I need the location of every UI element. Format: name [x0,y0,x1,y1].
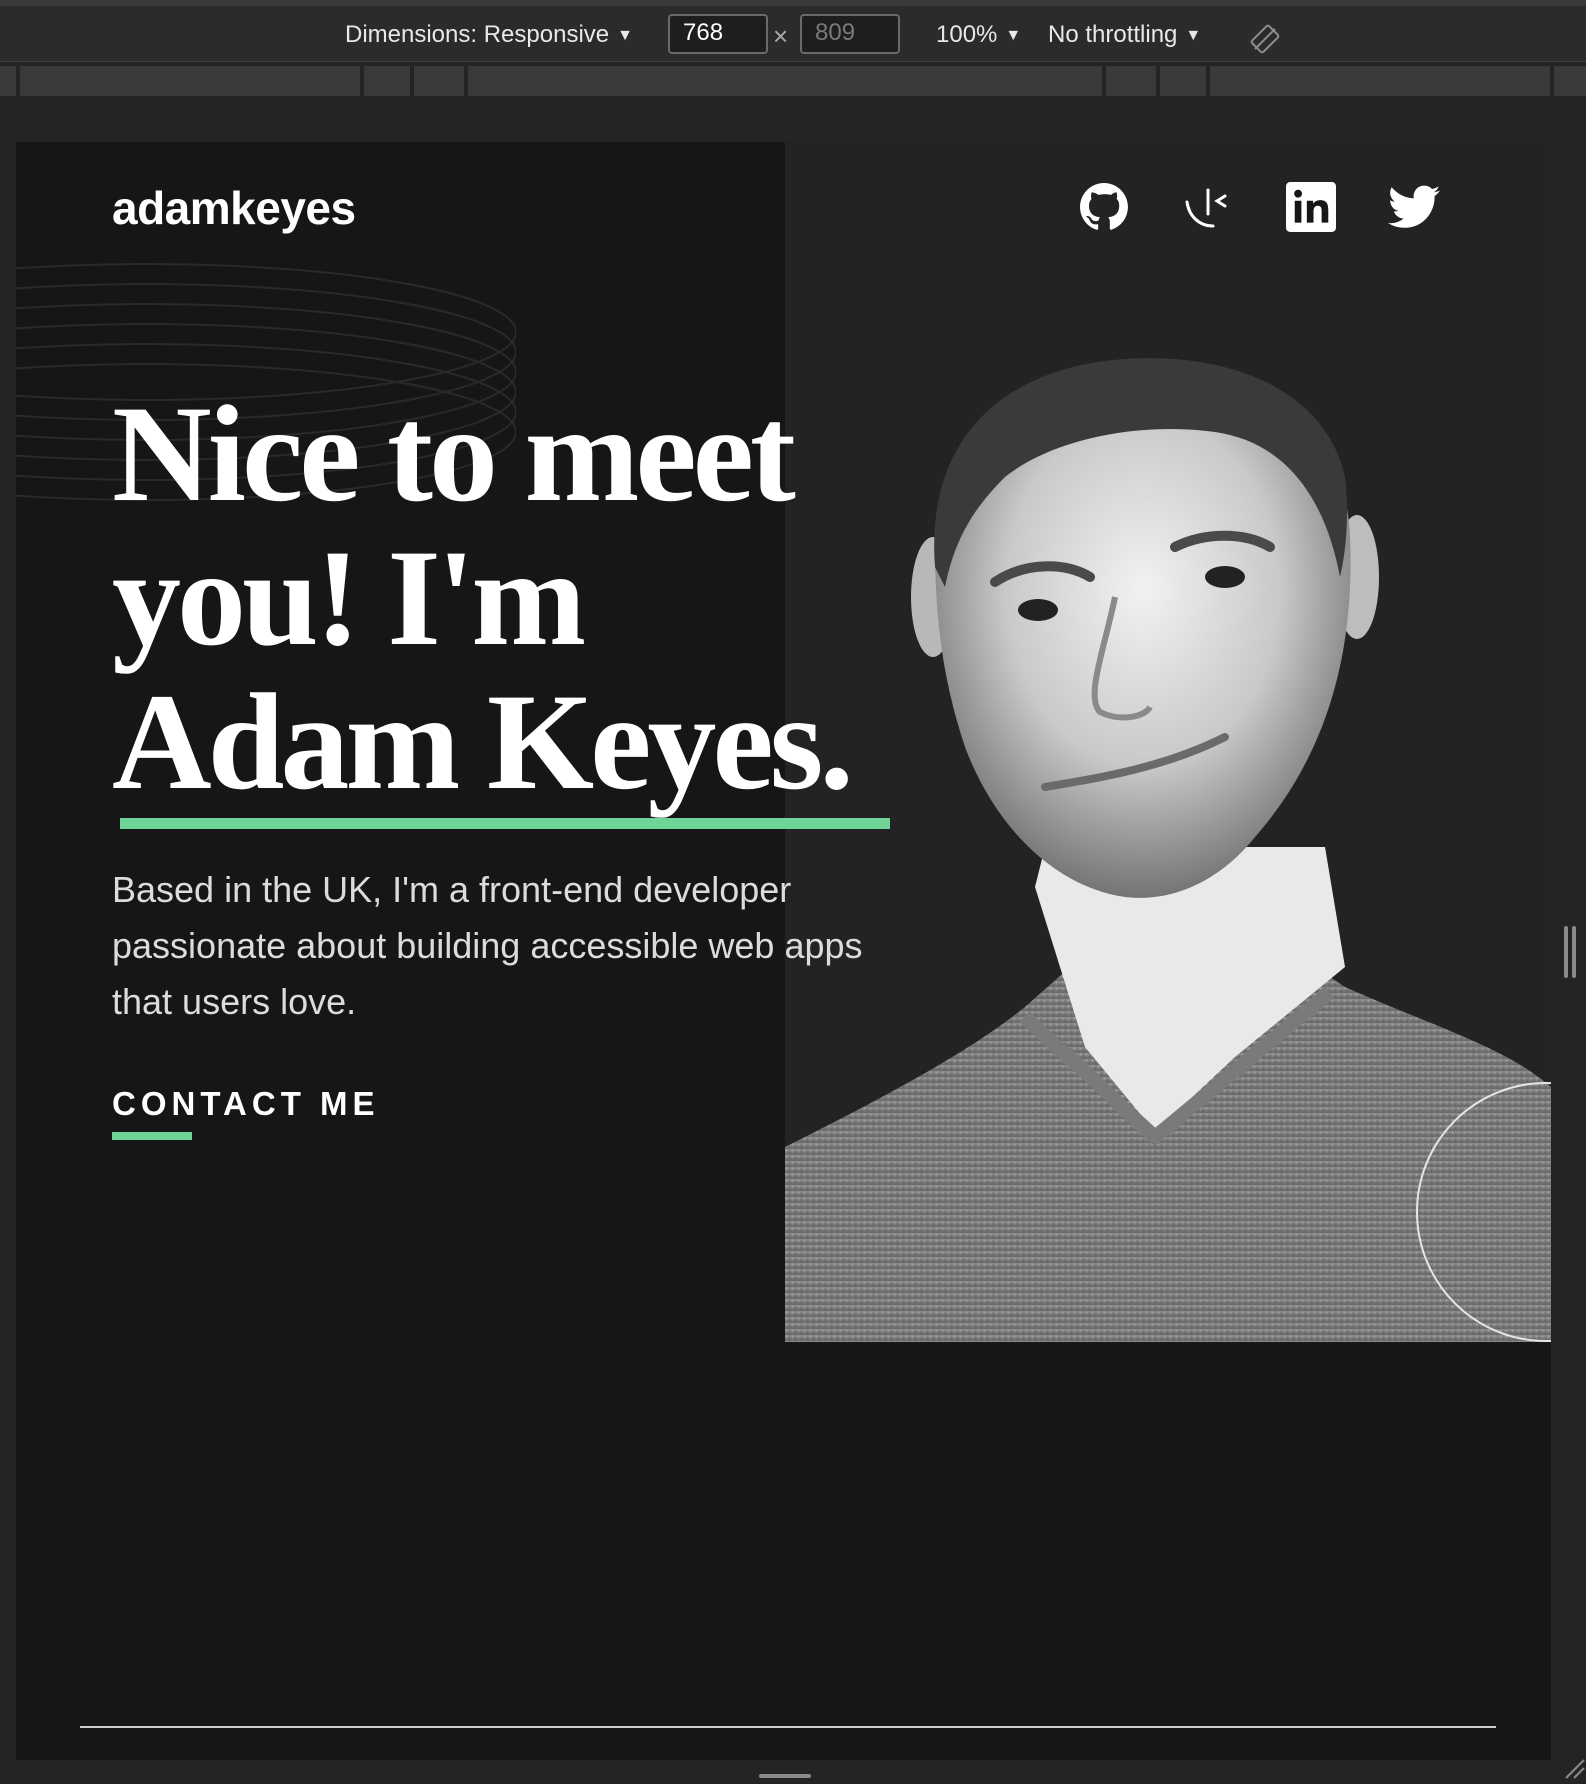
github-icon [1080,183,1128,230]
headline-line: you! I'm [112,521,586,674]
throttling-dropdown[interactable]: No throttling ▼ [1048,21,1201,52]
viewport-resize-handle[interactable] [1564,926,1578,978]
zoom-dropdown[interactable]: 100% ▼ [936,21,1021,52]
intro-text: Based in the UK, I'm a front-end develop… [112,869,863,1022]
headline-line: Nice to meet [112,377,796,530]
chevron-down-icon: ▼ [1005,27,1022,44]
divider [80,1726,1496,1728]
resize-corner-icon[interactable] [1562,1756,1586,1780]
headline-name: Adam Keyes. [112,665,854,818]
viewport-height-handle[interactable] [759,1774,811,1778]
media-query-segment[interactable] [414,66,464,96]
hero-headline: Nice to meet you! I'm Adam Keyes. [112,382,972,814]
twitter-link[interactable] [1387,180,1441,234]
dimensions-dropdown[interactable]: Dimensions: Responsive ▼ [345,21,633,52]
chevron-down-icon: ▼ [1185,27,1202,44]
page-viewport: adamkeyes Nice to meet you! I'm Adam Key… [16,142,1551,1760]
codepen-link[interactable] [1181,180,1235,234]
codepen-icon [1185,188,1227,228]
name-underline [120,818,890,829]
contact-me-link[interactable]: CONTACT ME [112,1084,380,1124]
site-logo[interactable]: adamkeyes [112,180,356,236]
media-query-segment[interactable] [0,66,16,96]
linkedin-icon [1286,182,1336,232]
media-query-segment[interactable] [468,66,1102,96]
dimensions-label: Dimensions: Responsive [345,21,610,48]
twitter-icon [1388,185,1440,228]
media-query-segment[interactable] [20,66,360,96]
throttling-label: No throttling [1048,21,1178,48]
media-query-segment[interactable] [1554,66,1586,96]
chevron-down-icon: ▼ [617,27,633,44]
github-link[interactable] [1077,180,1131,234]
zoom-label: 100% [936,21,998,48]
devtools-device-toolbar: Dimensions: Responsive ▼ 768 × 809 100% ▼ … [0,0,1586,62]
linkedin-link[interactable] [1284,180,1338,234]
times-separator: × [773,21,789,51]
media-query-segment[interactable] [1210,66,1550,96]
rotate-icon[interactable] [1250,24,1280,54]
media-query-segment[interactable] [364,66,410,96]
cta-underline [112,1132,192,1140]
media-query-segment[interactable] [1106,66,1156,96]
media-query-bar [0,64,1586,98]
height-input[interactable]: 809 [800,14,900,54]
media-query-segment[interactable] [1160,66,1206,96]
width-input[interactable]: 768 [668,14,768,54]
